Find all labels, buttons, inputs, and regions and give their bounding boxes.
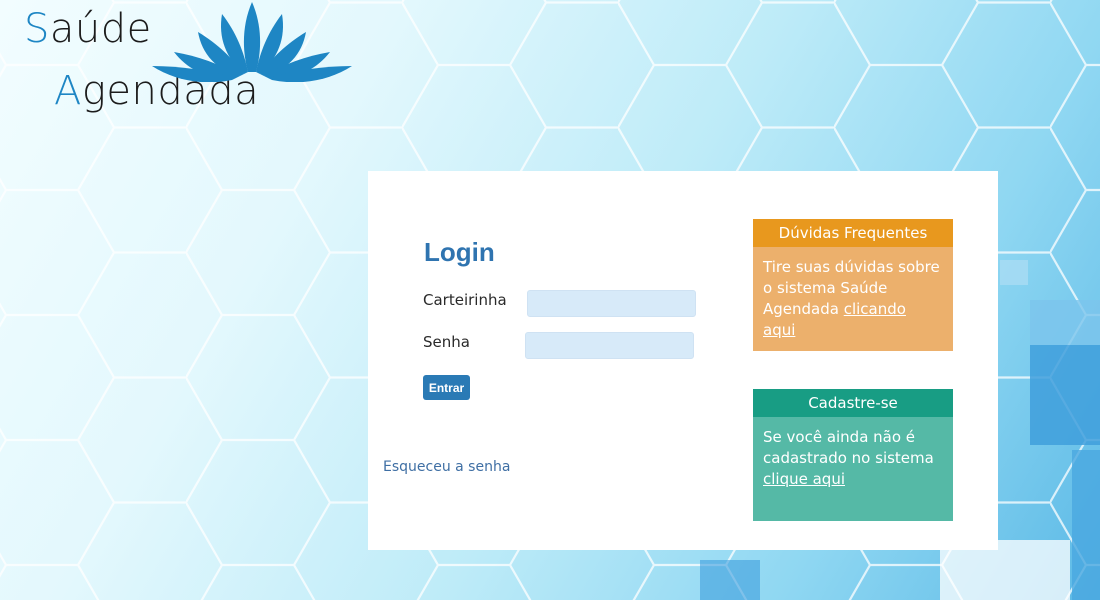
senha-label: Senha <box>423 333 470 351</box>
faq-box: Dúvidas Frequentes Tire suas dúvidas sob… <box>753 219 953 351</box>
logo-word-saude-rest: aúde <box>49 6 152 52</box>
signup-header: Cadastre-se <box>753 389 953 417</box>
faq-body: Tire suas dúvidas sobre o sistema Saúde … <box>753 247 953 351</box>
forgot-password-link[interactable]: Esqueceu a senha <box>383 459 510 475</box>
login-panel: Login Carteirinha Senha Entrar Esqueceu … <box>368 171 998 550</box>
saude-agendada-logo[interactable]: Saúde Agendada <box>20 0 352 135</box>
senha-input[interactable] <box>525 332 694 359</box>
login-title: Login <box>424 237 495 267</box>
signup-body: Se você ainda não é cadastrado no sistem… <box>753 417 953 521</box>
signup-text: Se você ainda não é cadastrado no sistem… <box>763 428 934 467</box>
signup-box: Cadastre-se Se você ainda não é cadastra… <box>753 389 953 521</box>
carteirinha-input[interactable] <box>527 290 696 317</box>
logo-initial-s: S <box>24 6 50 52</box>
lotus-icon <box>152 2 352 82</box>
logo-text-line1: Saúde <box>24 6 152 52</box>
logo-initial-a: A <box>54 68 82 114</box>
entrar-button[interactable]: Entrar <box>423 375 470 400</box>
carteirinha-label: Carteirinha <box>423 291 507 309</box>
faq-header: Dúvidas Frequentes <box>753 219 953 247</box>
signup-link[interactable]: clique aqui <box>763 470 845 488</box>
